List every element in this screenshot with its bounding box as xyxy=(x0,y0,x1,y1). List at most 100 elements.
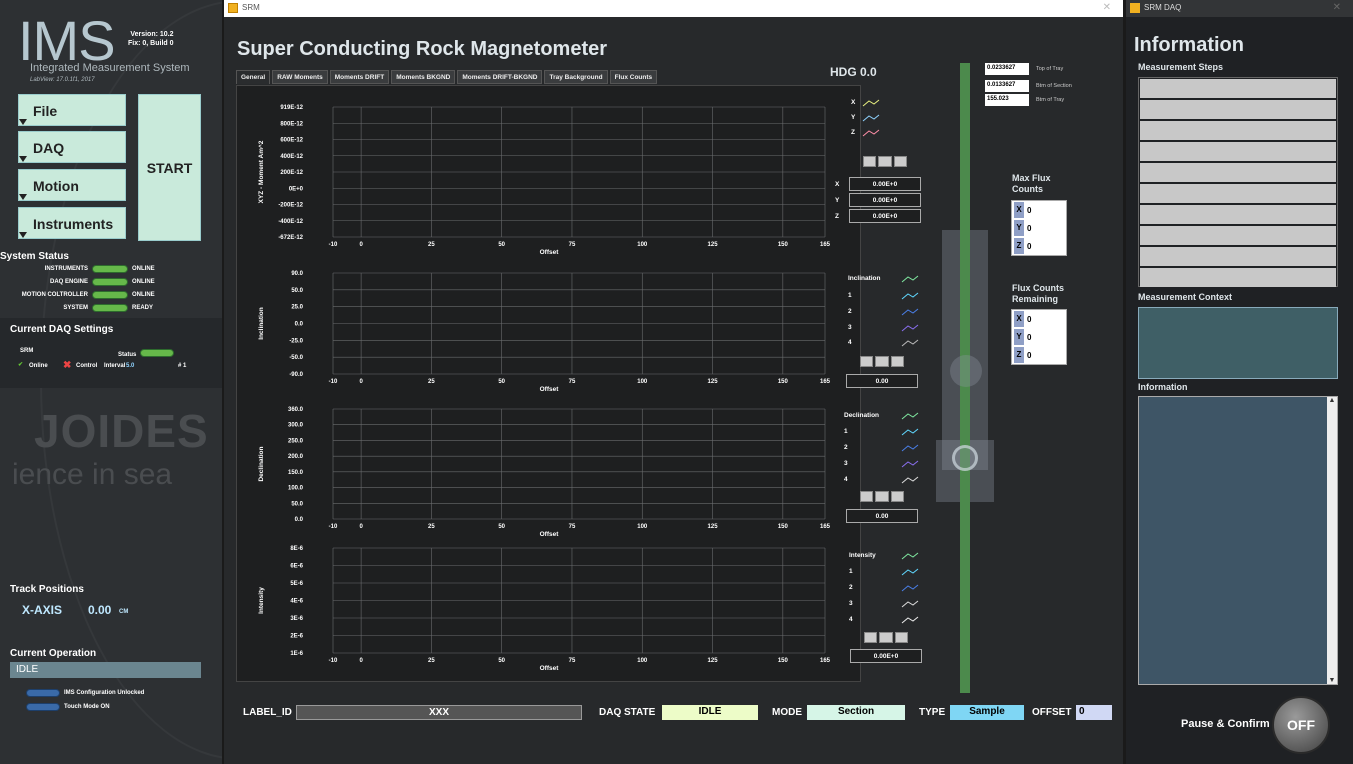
status-label: MOTION COLTROLLER xyxy=(21,292,88,298)
touch-mode-toggle[interactable] xyxy=(26,703,60,711)
btm-of-tray-value: 155.023 xyxy=(985,94,1029,106)
legend-dec-swatch-icon xyxy=(901,444,919,452)
flux-rem-y: Y0 xyxy=(1012,328,1066,346)
x-tick-label: 75 xyxy=(569,242,576,248)
x-tick-label: 75 xyxy=(569,524,576,530)
dropdown-arrow-icon xyxy=(19,119,27,125)
track-positions-title: Track Positions xyxy=(10,584,84,595)
plot4-graph-tools[interactable] xyxy=(864,632,908,643)
ims-panel: IMS Version: 10.2 Fix: 0, Build 0 Integr… xyxy=(0,0,222,764)
x-axis-value: 0.00 xyxy=(88,603,112,617)
x-axis-label: Offset xyxy=(540,386,560,393)
y-tick-label: 3E-6 xyxy=(290,616,303,622)
motion-menu-button[interactable]: Motion xyxy=(18,169,126,201)
status-row-instruments: INSTRUMENTS ONLINE xyxy=(0,265,220,275)
status-value: ONLINE xyxy=(132,266,155,272)
type-label: TYPE xyxy=(919,707,946,718)
srm-window: SRM ✕ Super Conducting Rock Magnetometer… xyxy=(224,0,1123,764)
dropdown-arrow-icon xyxy=(19,156,27,162)
x-tick-label: 75 xyxy=(569,658,576,664)
max-flux-z: Z0 xyxy=(1012,237,1066,255)
label-id-field[interactable]: XXX xyxy=(296,705,582,720)
readout-x-value: 0.00E+0 xyxy=(849,177,921,191)
x-tick-label: 50 xyxy=(498,658,505,664)
status-row-daq-engine: DAQ ENGINE ONLINE xyxy=(0,278,220,288)
legend-int-swatch-icon xyxy=(901,552,919,560)
y-tick-label: -50.0 xyxy=(289,355,303,361)
instruments-menu-button[interactable]: Instruments xyxy=(18,207,126,239)
information-textbox[interactable]: ▲ ▼ xyxy=(1138,396,1338,685)
x-tick-label: 150 xyxy=(778,658,789,664)
start-button[interactable]: START xyxy=(138,94,201,241)
information-title: Information xyxy=(1134,34,1244,56)
status-value: ONLINE xyxy=(132,279,155,285)
y-tick-label: 0.0 xyxy=(295,322,304,328)
pause-confirm-label: Pause & Confirm xyxy=(1181,718,1270,730)
offset-input[interactable]: 0 xyxy=(1076,705,1112,720)
readout-z-value: 0.00E+0 xyxy=(849,209,921,223)
list-item xyxy=(1140,100,1336,119)
tab-moments-bkgnd[interactable]: Moments BKGND xyxy=(391,70,456,84)
tab-moments-drift-bkgnd[interactable]: Moments DRIFT-BKGND xyxy=(457,70,543,84)
scroll-up-icon[interactable]: ▲ xyxy=(1327,397,1337,404)
top-of-tray-label: Top of Tray xyxy=(1036,66,1064,72)
max-flux-title-line2: Counts xyxy=(1012,184,1043,194)
intensity-readout: 0.00E+0 xyxy=(850,649,922,663)
close-icon[interactable]: ✕ xyxy=(1103,2,1111,13)
plot1-graph-tools[interactable] xyxy=(863,156,907,167)
interval-value: 5.0 xyxy=(126,363,135,369)
x-tick-label: 125 xyxy=(708,524,719,530)
tab-flux-counts[interactable]: Flux Counts xyxy=(609,70,658,84)
legend-int-1: 1 xyxy=(849,568,853,575)
tab-tray-background[interactable]: Tray Background xyxy=(544,70,608,84)
config-lock-toggle[interactable] xyxy=(26,689,60,697)
status-row-system: SYSTEM READY xyxy=(0,304,220,314)
inclination-readout: 0.00 xyxy=(846,374,918,388)
tab-moments-drift[interactable]: Moments DRIFT xyxy=(329,70,390,84)
y-axis-label: Declination xyxy=(258,446,265,481)
interval-label: Interval xyxy=(104,363,126,369)
y-tick-label: -90.0 xyxy=(289,372,303,378)
joides-watermark: JOIDES xyxy=(34,405,209,457)
max-flux-box: X0 Y0 Z0 xyxy=(1011,200,1067,256)
x-tick-label: 165 xyxy=(820,379,831,385)
legend-inc-swatch-icon xyxy=(901,339,919,347)
legend-dec-2: 2 xyxy=(844,444,848,451)
list-item xyxy=(1140,268,1336,287)
daq-menu-label: DAQ xyxy=(33,140,65,156)
scroll-down-icon[interactable]: ▼ xyxy=(1327,677,1337,684)
cross-icon: ✖ xyxy=(63,360,72,371)
system-status-title: System Status xyxy=(0,251,69,262)
online-label: Online xyxy=(29,363,48,369)
mode-value[interactable]: Section xyxy=(807,705,905,720)
dropdown-arrow-icon xyxy=(19,194,27,200)
pause-confirm-button[interactable]: OFF xyxy=(1272,696,1330,754)
status-label: Status xyxy=(118,352,137,358)
flux-rem-x: X0 xyxy=(1012,310,1066,328)
x-tick-label: 25 xyxy=(428,242,435,248)
y-axis-label: XYZ - Moment Am^2 xyxy=(257,140,265,203)
plot3-graph-tools[interactable] xyxy=(860,491,904,502)
close-icon[interactable]: ✕ xyxy=(1333,2,1341,13)
daq-state-value: IDLE xyxy=(662,705,758,720)
y-tick-label: 100.0 xyxy=(288,486,304,492)
y-tick-label: 6E-6 xyxy=(290,564,303,570)
daq-menu-button[interactable]: DAQ xyxy=(18,131,126,163)
status-led-icon xyxy=(92,304,128,312)
type-value[interactable]: Sample xyxy=(950,705,1024,720)
list-item xyxy=(1140,226,1336,245)
scrollbar[interactable]: ▲ ▼ xyxy=(1327,397,1337,684)
y-tick-label: 919E-12 xyxy=(280,105,303,111)
tab-raw-moments[interactable]: RAW Moments xyxy=(272,70,328,84)
legend-inclination-title: Inclination xyxy=(848,275,881,282)
plot2-graph-tools[interactable] xyxy=(860,356,904,367)
x-tick-label: 75 xyxy=(569,379,576,385)
x-tick-label: -10 xyxy=(329,242,338,248)
y-tick-label: 200E-12 xyxy=(280,170,303,176)
max-flux-y: Y0 xyxy=(1012,219,1066,237)
tab-general[interactable]: General xyxy=(236,70,271,84)
labview-version: LabView: 17.0.1f1, 2017 xyxy=(30,77,95,83)
file-menu-button[interactable]: File xyxy=(18,94,126,126)
dropdown-arrow-icon xyxy=(19,232,27,238)
legend-int-swatch-icon xyxy=(901,584,919,592)
